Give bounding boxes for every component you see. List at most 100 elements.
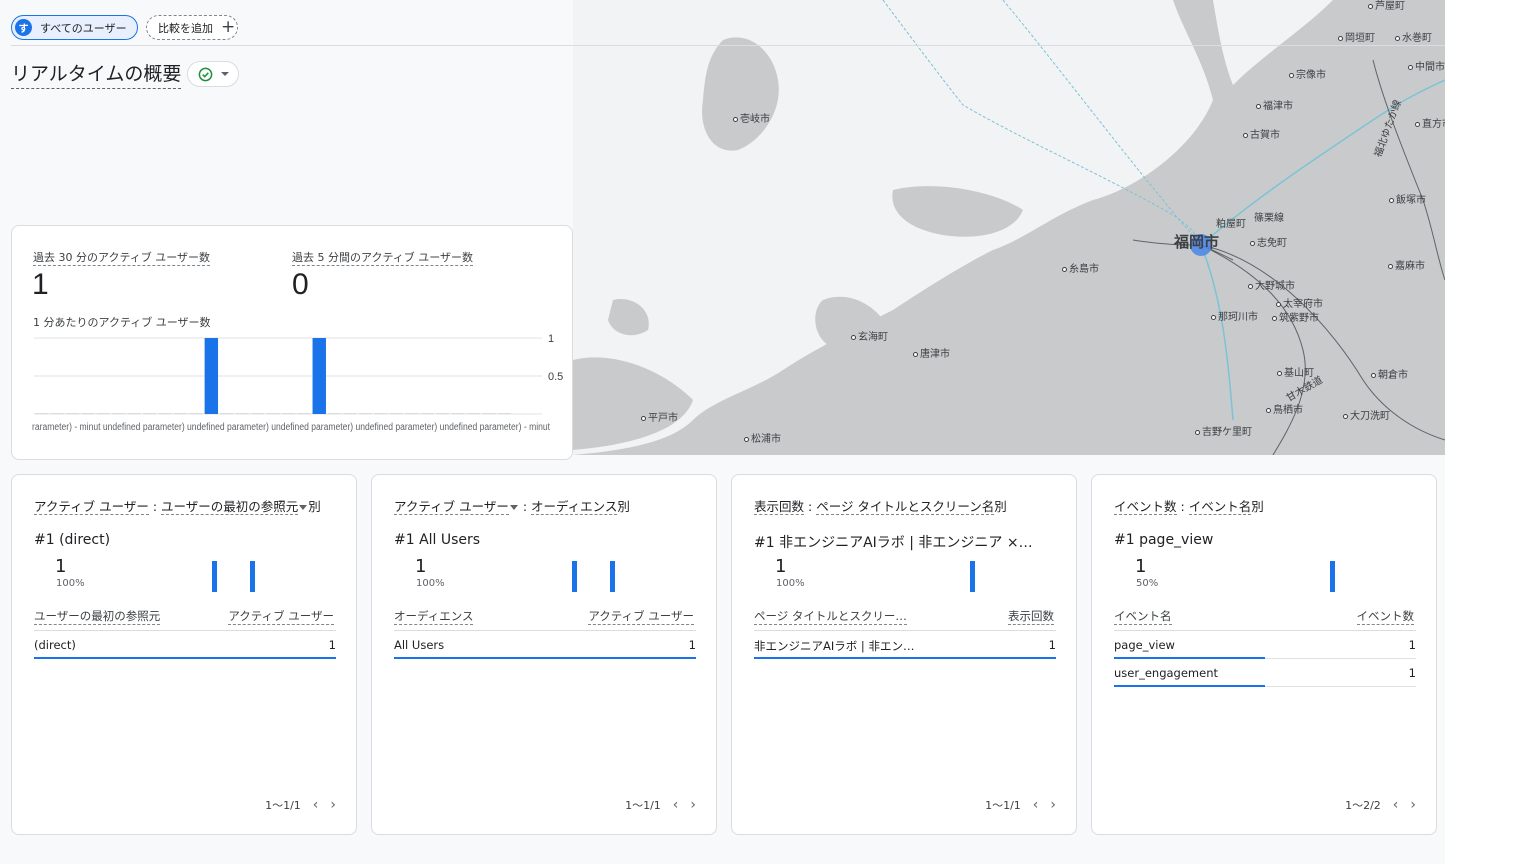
place-dot-icon (733, 117, 738, 122)
place-name: 那珂川市 (1218, 312, 1258, 323)
top-item-value: 1 (55, 556, 67, 577)
prev-page-icon[interactable]: ‹ (1033, 797, 1039, 813)
card-metric-name[interactable]: アクティブ ユーザー (34, 499, 149, 515)
place-name: 糸島市 (1069, 264, 1099, 275)
prev-page-icon[interactable]: ‹ (313, 797, 319, 813)
place-name: 太宰府市 (1283, 299, 1323, 310)
column-header-dimension[interactable]: ページ タイトルとスクリー… (754, 608, 907, 625)
per-minute-bar-chart[interactable]: 0.5 1 rarameter) - minut undefined paramet… (32, 334, 567, 434)
place-name: 古賀市 (1250, 130, 1280, 141)
caret-down-icon[interactable] (299, 504, 308, 510)
place-name: 宗像市 (1296, 70, 1326, 81)
pagination: 1〜1/1 ‹ › (265, 797, 336, 813)
place-name: 玄海町 (858, 332, 888, 343)
prev-page-icon[interactable]: ‹ (1393, 797, 1399, 813)
place-dot-icon (1343, 414, 1348, 419)
top-item-name: #1 非エンジニアAIラボ | 非エンジニア ×… (754, 535, 1033, 551)
place-name: 篠栗線 (1254, 213, 1284, 224)
place-name: 唐津市 (920, 349, 950, 360)
active-users-30min-label[interactable]: 過去 30 分のアクティブ ユーザー数 (33, 249, 211, 266)
chart-bar (266, 413, 280, 414)
column-header-metric[interactable]: イベント数 (1356, 608, 1414, 625)
next-page-icon[interactable]: › (330, 797, 336, 813)
place-name: 志免町 (1257, 238, 1287, 249)
top-item-name: #1 page_view (1114, 532, 1214, 548)
data-status-dropdown[interactable] (187, 61, 240, 87)
card-audience: アクティブ ユーザー : オーディエンス別 #1 All Users 1 100… (371, 474, 717, 835)
card-title-suffix: 別 (994, 499, 1007, 514)
table-row[interactable]: All Users 1 (394, 631, 696, 659)
card-metric-name[interactable]: 表示回数 (754, 499, 805, 515)
card-dimension-name[interactable]: ユーザーの最初の参照元 (161, 499, 299, 515)
card-event-name: イベント数 : イベント名別 #1 page_view 1 50% イベント名 … (1091, 474, 1437, 835)
segment-chip-all-users[interactable]: す すべてのユーザー (11, 15, 138, 40)
active-users-5min-label[interactable]: 過去 5 分間のアクティブ ユーザー数 (292, 249, 474, 266)
card-title[interactable]: イベント数 : イベント名別 (1114, 496, 1264, 515)
map-label: 古賀市 (1243, 130, 1280, 142)
row-name: page_view (1114, 638, 1175, 652)
map-label: 嘉麻市 (1388, 261, 1425, 273)
place-dot-icon (641, 416, 646, 421)
chart-bar (250, 413, 265, 414)
chart-y-tick-label: 0.5 (548, 371, 563, 383)
chart-bar (327, 413, 342, 414)
card-dimension-name[interactable]: ページ タイトルとスクリーン名 (816, 499, 995, 515)
next-page-icon[interactable]: › (1410, 797, 1416, 813)
sparkline-bar (610, 561, 615, 592)
card-title[interactable]: 表示回数 : ページ タイトルとスクリーン名別 (754, 496, 1007, 515)
place-dot-icon (1195, 430, 1200, 435)
map-label: 那珂川市 (1211, 312, 1258, 324)
column-header-dimension[interactable]: イベント名 (1114, 608, 1172, 625)
place-name: 福岡市 (1174, 233, 1220, 251)
caret-down-icon[interactable] (509, 504, 518, 510)
place-name: 飯塚市 (1396, 195, 1426, 206)
card-title[interactable]: アクティブ ユーザー : オーディエンス別 (394, 496, 630, 515)
place-dot-icon (1256, 104, 1261, 109)
map-label: 壱岐市 (733, 114, 770, 126)
table-row[interactable]: user_engagement 1 (1114, 659, 1416, 687)
pagination-range: 1〜2/2 (1345, 799, 1381, 812)
chart-bar (420, 413, 434, 414)
add-comparison-button[interactable]: 比較を追加 + (146, 15, 238, 40)
card-title-suffix: 別 (1251, 499, 1264, 514)
prev-page-icon[interactable]: ‹ (673, 797, 679, 813)
pagination-range: 1〜1/1 (265, 799, 301, 812)
table-row[interactable]: page_view 1 (1114, 631, 1416, 659)
realtime-map[interactable]: 芦屋町 岡垣町 水巻町 中間市 宗像市 福津市 古賀市 直方市 飯塚市 壱岐市 … (573, 0, 1445, 455)
sparkline-bar (572, 561, 577, 592)
analytics-app: 芦屋町 岡垣町 水巻町 中間市 宗像市 福津市 古賀市 直方市 飯塚市 壱岐市 … (0, 0, 1445, 864)
table-row[interactable]: (direct) 1 (34, 631, 336, 659)
row-name: (direct) (34, 638, 76, 652)
column-header-dimension[interactable]: ユーザーの最初の参照元 (34, 608, 161, 625)
place-dot-icon (1368, 4, 1373, 9)
card-metric-name[interactable]: イベント数 (1114, 499, 1177, 515)
title-row: リアルタイムの概要 (11, 59, 240, 89)
chart-bar (374, 413, 388, 414)
card-dimension-name[interactable]: オーディエンス (531, 499, 618, 515)
next-page-icon[interactable]: › (690, 797, 696, 813)
chart-bar (173, 413, 188, 414)
pagination: 1〜2/2 ‹ › (1345, 797, 1416, 813)
card-title[interactable]: アクティブ ユーザー : ユーザーの最初の参照元別 (34, 496, 321, 515)
column-header-metric[interactable]: アクティブ ユーザー (228, 608, 334, 625)
column-header-metric[interactable]: アクティブ ユーザー (588, 608, 694, 625)
page-title[interactable]: リアルタイムの概要 (11, 59, 182, 89)
map-label: 朝倉市 (1371, 370, 1408, 382)
chart-bar (65, 413, 80, 414)
top-item-name: #1 (direct) (34, 532, 111, 548)
column-header-metric[interactable]: 表示回数 (1008, 608, 1054, 625)
chart-bar (405, 413, 419, 414)
map-label: 志免町 (1250, 238, 1287, 250)
card-metric-name[interactable]: アクティブ ユーザー (394, 499, 509, 515)
place-name: 基山町 (1284, 368, 1314, 379)
chart-bar (158, 413, 172, 414)
place-name: 大刀洗町 (1350, 411, 1390, 422)
map-label: 篠栗線 (1254, 213, 1284, 225)
table-row[interactable]: 非エンジニアAIラボ | 非エン… 1 (754, 631, 1056, 659)
card-dimension-name[interactable]: イベント名 (1188, 499, 1252, 515)
add-comparison-label: 比較を追加 (158, 21, 213, 35)
place-dot-icon (1248, 284, 1253, 289)
card-title-suffix: 別 (308, 499, 321, 514)
column-header-dimension[interactable]: オーディエンス (394, 608, 474, 625)
next-page-icon[interactable]: › (1050, 797, 1056, 813)
